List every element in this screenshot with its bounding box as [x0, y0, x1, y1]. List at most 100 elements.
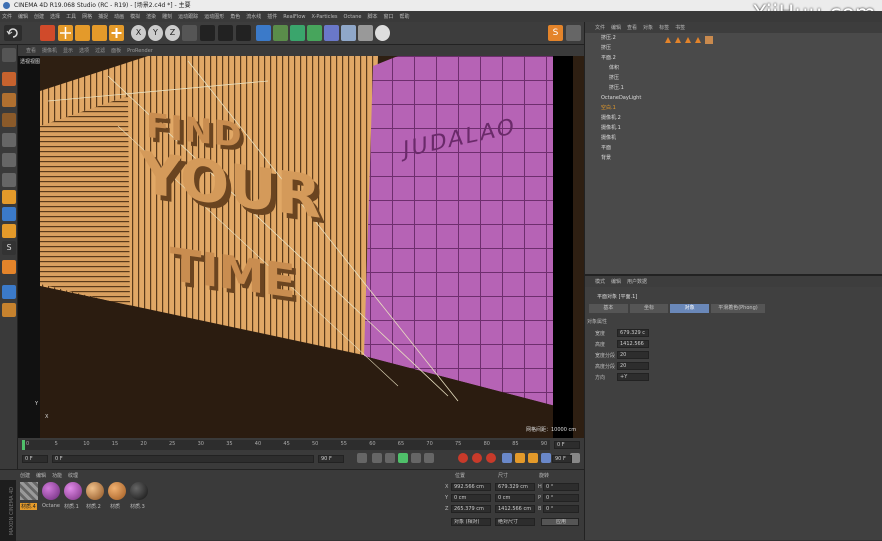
position-y-field[interactable]: 0 cm [451, 494, 491, 502]
rotate-tool-button[interactable] [92, 25, 107, 41]
menu-script[interactable]: 脚本 [367, 13, 377, 20]
go-to-end-button[interactable] [424, 453, 434, 463]
menu-octane[interactable]: Octane [344, 14, 362, 20]
tab-phong[interactable]: 平滑着色(Phong) [710, 304, 766, 313]
menu-animate[interactable]: 动画 [114, 13, 124, 20]
om-menu-tags[interactable]: 标签 [659, 24, 669, 31]
rotation-b-field[interactable]: 0 ° [543, 505, 579, 513]
viewport-menu-display[interactable]: 显示 [63, 47, 73, 54]
material-swatch[interactable] [108, 482, 126, 500]
menu-simulate[interactable]: 模拟 [130, 13, 140, 20]
scale-tool-button[interactable] [75, 25, 90, 41]
auto-key-button[interactable] [472, 453, 482, 463]
om-menu-objects[interactable]: 对象 [643, 24, 653, 31]
om-menu-edit[interactable]: 编辑 [611, 24, 621, 31]
current-frame-field[interactable]: 0 F [22, 455, 48, 463]
timeline-ruler[interactable]: 0 5 10 15 20 25 30 35 40 45 50 55 60 65 70 75 80 85 90 [22, 440, 550, 450]
size-mode-select[interactable]: 绝对尺寸 [495, 518, 535, 526]
tab-object[interactable]: 对象 [670, 304, 709, 313]
grid-button[interactable] [2, 285, 16, 299]
apply-button[interactable]: 应用 [541, 518, 579, 526]
object-row[interactable]: 挤压 [585, 73, 882, 83]
viewport-3d[interactable]: 透视视图 FIND YOUR TIME JUDALAO 网格间距：10000 c… [18, 56, 584, 438]
object-row[interactable]: 摄像机 [585, 133, 882, 143]
position-z-field[interactable]: 265.379 cm [451, 505, 491, 513]
om-menu-view[interactable]: 查看 [627, 24, 637, 31]
x-axis-lock-button[interactable]: X [131, 25, 146, 41]
z-axis-lock-button[interactable]: Z [165, 25, 180, 41]
object-row[interactable]: 摄像机.2 [585, 113, 882, 123]
object-row[interactable]: 背景 [585, 153, 882, 163]
previous-key-button[interactable] [372, 453, 382, 463]
height-segments-field[interactable]: 20 [617, 362, 649, 370]
om-menu-file[interactable]: 文件 [595, 24, 605, 31]
end-frame-field-2[interactable]: 90 F [552, 455, 572, 463]
layer-button[interactable] [2, 303, 16, 317]
make-editable-button[interactable] [2, 48, 16, 62]
material-menu-texture[interactable]: 纹理 [68, 472, 78, 479]
workplane-button[interactable] [2, 113, 16, 127]
snap-button[interactable] [2, 224, 16, 238]
menu-realflow[interactable]: RealFlow [283, 14, 305, 20]
sculpt-button[interactable]: S [2, 241, 16, 255]
points-mode-button[interactable] [2, 133, 16, 147]
material-menu-create[interactable]: 创建 [20, 472, 30, 479]
locked-workplane-button[interactable] [2, 260, 16, 274]
menu-pipeline[interactable]: 流水线 [246, 13, 261, 20]
tweak-mode-button[interactable] [2, 207, 16, 221]
live-select-button[interactable] [40, 25, 55, 41]
object-row[interactable]: OctaneDayLight [585, 93, 882, 103]
menu-edit[interactable]: 编辑 [18, 13, 28, 20]
size-x-field[interactable]: 679.329 cm [495, 483, 535, 491]
subdivision-button[interactable] [290, 25, 305, 41]
rotation-p-field[interactable]: 0 ° [543, 494, 579, 502]
deformer-button[interactable] [324, 25, 339, 41]
menu-character[interactable]: 角色 [230, 13, 240, 20]
model-mode-button[interactable] [2, 72, 16, 86]
attr-menu-userdata[interactable]: 用户数据 [627, 278, 647, 285]
key-rotation-button[interactable] [528, 453, 538, 463]
object-row[interactable]: 挤压.2 [585, 33, 882, 43]
orientation-select[interactable]: +Y [617, 373, 649, 381]
edges-mode-button[interactable] [2, 153, 16, 167]
menu-select[interactable]: 选择 [50, 13, 60, 20]
position-x-field[interactable]: 992.566 cm [451, 483, 491, 491]
material-swatch[interactable] [20, 482, 38, 500]
viewport-menu-panel[interactable]: 面板 [111, 47, 121, 54]
width-segments-field[interactable]: 20 [617, 351, 649, 359]
menu-render[interactable]: 渲染 [146, 13, 156, 20]
camera-button[interactable] [358, 25, 373, 41]
height-field[interactable]: 1412.566 [617, 340, 649, 348]
axis-mode-button[interactable] [2, 190, 16, 204]
menu-create[interactable]: 创建 [34, 13, 44, 20]
move-tool-button[interactable] [58, 25, 73, 41]
cube-object-button[interactable] [256, 25, 271, 41]
tab-coordinates[interactable]: 坐标 [629, 304, 669, 313]
menu-plugins[interactable]: 插件 [267, 13, 277, 20]
key-parameter-button[interactable] [541, 453, 551, 463]
om-menu-bookmarks[interactable]: 书签 [675, 24, 685, 31]
attr-menu-mode[interactable]: 模式 [595, 278, 605, 285]
material-swatch[interactable] [130, 482, 148, 500]
render-settings-button[interactable] [236, 25, 251, 41]
end-frame-field[interactable]: 90 F [318, 455, 344, 463]
menu-mograph[interactable]: 运动图形 [204, 13, 224, 20]
playhead[interactable] [22, 440, 25, 450]
floor-button[interactable] [341, 25, 356, 41]
key-scale-button[interactable] [515, 453, 525, 463]
play-button[interactable] [398, 453, 408, 463]
menu-x-particles[interactable]: X-Particles [311, 14, 337, 20]
keyframe-selection-button[interactable] [486, 453, 496, 463]
key-position-button[interactable] [502, 453, 512, 463]
previous-frame-button[interactable] [385, 453, 395, 463]
go-to-start-button[interactable] [357, 453, 367, 463]
object-row[interactable]: 体积 [585, 63, 882, 73]
viewport-menu-view[interactable]: 查看 [26, 47, 36, 54]
material-menu-edit[interactable]: 编辑 [36, 472, 46, 479]
menu-help[interactable]: 帮助 [400, 13, 410, 20]
render-picture-viewer-button[interactable] [218, 25, 233, 41]
menu-window[interactable]: 窗口 [384, 13, 394, 20]
coordinate-system-button[interactable] [182, 25, 197, 41]
viewport-menu-options[interactable]: 选项 [79, 47, 89, 54]
y-axis-lock-button[interactable]: Y [148, 25, 163, 41]
